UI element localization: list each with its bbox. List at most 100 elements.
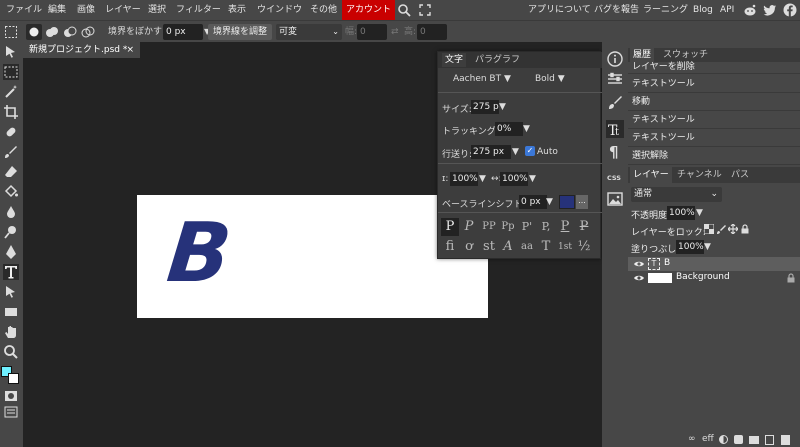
glyph-discretionary-ligatures[interactable]: ơ	[460, 238, 478, 256]
glyph-ordinals[interactable]: 1st	[556, 238, 574, 256]
leading-dropdown-icon[interactable]: ▼	[512, 147, 519, 157]
link-layers-icon[interactable]: ∞	[688, 434, 696, 444]
swap-icon[interactable]: ⇄	[391, 24, 399, 40]
glyph-superscript[interactable]: P'	[518, 218, 536, 236]
rectangle-tool-icon[interactable]	[3, 304, 19, 320]
lock-all-icon[interactable]	[740, 224, 750, 234]
glyph-faux-italic[interactable]: P	[460, 218, 478, 236]
glyph-swash[interactable]: st	[480, 238, 498, 256]
tracking-dropdown-icon[interactable]: ▼	[523, 124, 530, 134]
tab-paragraph[interactable]: パラグラフ	[472, 53, 523, 67]
menu-window[interactable]: ウインドウ	[257, 0, 302, 20]
text-color-swatch[interactable]	[559, 195, 575, 209]
mask-icon[interactable]	[734, 435, 743, 444]
fullscreen-icon[interactable]	[418, 3, 432, 17]
menu-more[interactable]: その他	[310, 0, 337, 20]
link-api[interactable]: API	[720, 0, 734, 20]
menu-filter[interactable]: フィルター	[176, 0, 221, 20]
size-input[interactable]: 275 p	[471, 100, 499, 114]
dodge-icon[interactable]	[3, 224, 19, 240]
link-learning[interactable]: ラーニング	[643, 0, 688, 20]
folder-icon[interactable]	[749, 436, 759, 444]
tab-history[interactable]: 履歴	[630, 48, 655, 62]
link-blog[interactable]: Blog	[693, 0, 713, 20]
fill-input[interactable]: 100%	[676, 240, 704, 254]
font-family-select[interactable]: Aachen BT ▼	[453, 74, 511, 84]
fill-dropdown-icon[interactable]: ▼	[704, 242, 711, 252]
glyph-all-caps[interactable]: PP	[480, 218, 498, 236]
tracking-input[interactable]: 0%	[495, 122, 523, 136]
eraser-icon[interactable]	[3, 164, 19, 180]
glyph-titling-alt[interactable]: T	[537, 238, 555, 256]
healing-brush-icon[interactable]	[3, 124, 19, 140]
subtract-selection-icon[interactable]	[62, 24, 78, 40]
glyph-faux-bold[interactable]: P	[441, 218, 459, 236]
marquee-options-icon[interactable]	[4, 25, 18, 39]
delete-layer-icon[interactable]	[781, 435, 790, 445]
glyph-ligatures[interactable]: fi	[441, 238, 459, 256]
character-panel-icon[interactable]: Tt	[606, 120, 624, 139]
glyph-underline[interactable]: P	[556, 218, 574, 236]
blend-mode-select[interactable]: 通常 ⌄	[631, 187, 722, 202]
brush-settings-icon[interactable]	[606, 94, 624, 112]
crop-icon[interactable]	[3, 104, 19, 120]
feather-input[interactable]: 0 px	[163, 24, 203, 40]
new-layer-icon[interactable]	[765, 435, 774, 445]
opacity-dropdown-icon[interactable]: ▼	[696, 208, 703, 218]
tab-character[interactable]: 文字	[442, 53, 467, 67]
adjustments-icon[interactable]	[606, 70, 624, 88]
blur-drop-icon[interactable]	[3, 204, 19, 220]
info-icon[interactable]	[606, 50, 624, 68]
auto-leading-checkbox[interactable]: ✓	[525, 146, 535, 156]
zoom-tool-icon[interactable]	[3, 344, 19, 360]
document-canvas[interactable]: B	[137, 195, 488, 318]
history-item[interactable]: テキストツール	[628, 129, 800, 147]
magic-wand-icon[interactable]	[3, 84, 19, 100]
glyph-titling[interactable]: aa	[518, 238, 536, 256]
menu-account[interactable]: アカウント	[342, 0, 396, 20]
pen-tool-icon[interactable]	[3, 244, 19, 260]
menu-file[interactable]: ファイル	[6, 0, 42, 20]
history-item[interactable]: テキストツール	[628, 75, 800, 93]
width-input[interactable]: 0	[357, 24, 387, 40]
tab-swatches[interactable]: スウォッチ	[660, 48, 711, 62]
menu-layer[interactable]: レイヤー	[105, 0, 141, 20]
add-selection-icon[interactable]	[44, 24, 60, 40]
facebook-icon[interactable]	[783, 3, 797, 17]
horizontal-scale-input[interactable]: 100%	[500, 172, 528, 186]
lock-paint-icon[interactable]	[716, 224, 726, 234]
screen-mode-icon[interactable]	[3, 404, 19, 420]
tab-paths[interactable]: パス	[728, 167, 752, 183]
layer-row[interactable]: T B	[628, 257, 800, 271]
menu-view[interactable]: 表示	[228, 0, 246, 20]
font-style-select[interactable]: Bold ▼	[535, 74, 565, 84]
path-select-icon[interactable]	[3, 284, 19, 300]
menu-select[interactable]: 選択	[148, 0, 166, 20]
glyph-small-caps[interactable]: Pp	[499, 218, 517, 236]
hand-tool-icon[interactable]	[3, 324, 19, 340]
baseline-dropdown-icon[interactable]: ▼	[546, 197, 553, 207]
menu-image[interactable]: 画像	[77, 0, 95, 20]
image-panel-icon[interactable]	[606, 190, 624, 208]
glyph-strikethrough[interactable]: P	[575, 218, 593, 236]
text-tool-icon[interactable]	[3, 264, 19, 280]
visibility-eye-icon[interactable]	[634, 273, 644, 283]
history-item[interactable]: 移動	[628, 93, 800, 111]
history-item[interactable]: 選択解除	[628, 147, 800, 165]
opacity-input[interactable]: 100%	[667, 206, 695, 220]
height-input[interactable]: 0	[417, 24, 447, 40]
vertical-scale-dropdown-icon[interactable]: ▼	[479, 174, 486, 184]
search-icon[interactable]	[397, 3, 411, 17]
lock-position-icon[interactable]	[727, 223, 739, 235]
horizontal-scale-dropdown-icon[interactable]: ▼	[529, 174, 536, 184]
glyph-fractions[interactable]: ½	[575, 238, 593, 256]
size-dropdown-icon[interactable]: ▼	[499, 102, 506, 112]
adjustment-layer-icon[interactable]	[719, 435, 728, 444]
tab-channels[interactable]: チャンネル	[674, 167, 725, 183]
canvas-text-layer[interactable]: B	[163, 206, 236, 301]
vertical-scale-input[interactable]: 100%	[450, 172, 478, 186]
visibility-eye-icon[interactable]	[634, 259, 644, 269]
brush-icon[interactable]	[3, 144, 19, 160]
refine-edge-button[interactable]: 境界線を調整	[208, 24, 273, 40]
quick-mask-icon[interactable]	[3, 388, 19, 404]
